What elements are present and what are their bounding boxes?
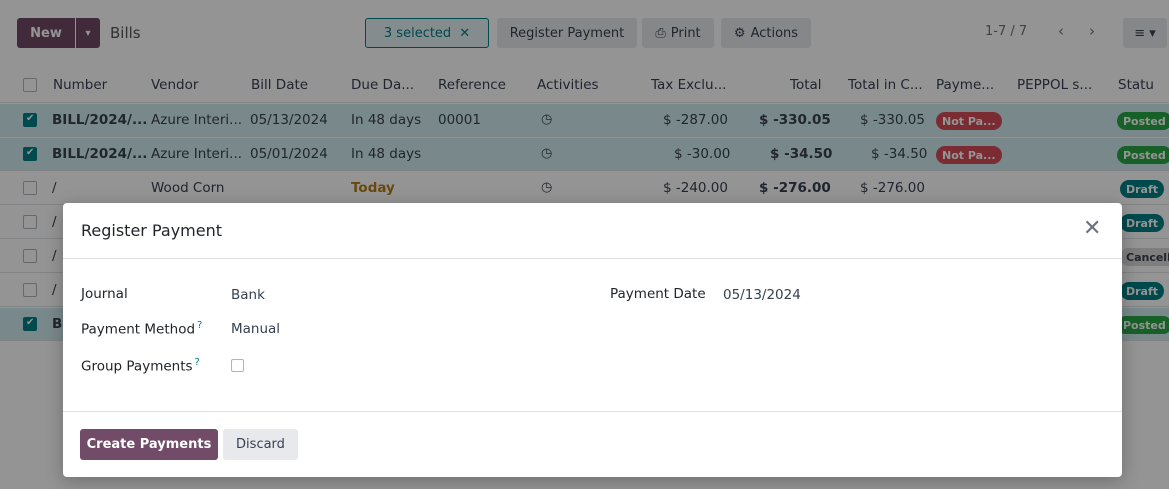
help-icon[interactable]: ? [195, 357, 200, 368]
group-payments-label-text: Group Payments [81, 358, 193, 375]
dialog-header: Register Payment ✕ [63, 203, 1122, 259]
close-icon[interactable]: ✕ [1083, 216, 1101, 241]
register-payment-dialog: Register Payment ✕ Journal Bank Payment … [63, 203, 1122, 477]
group-payments-label: Group Payments? [81, 357, 200, 375]
journal-label: Journal [81, 286, 128, 302]
payment-date-field[interactable]: 05/13/2024 [723, 287, 801, 303]
payment-method-label: Payment Method? [81, 320, 202, 338]
payment-method-label-text: Payment Method [81, 321, 196, 338]
group-payments-checkbox[interactable] [231, 359, 244, 372]
help-icon[interactable]: ? [197, 320, 202, 331]
payment-method-field[interactable]: Manual [231, 321, 280, 337]
journal-field[interactable]: Bank [231, 287, 265, 303]
dialog-title: Register Payment [81, 221, 223, 240]
payment-date-label: Payment Date [610, 286, 706, 302]
dialog-footer: Create Payments Discard [63, 411, 1122, 477]
discard-button[interactable]: Discard [223, 429, 298, 460]
create-payments-button[interactable]: Create Payments [80, 429, 218, 460]
